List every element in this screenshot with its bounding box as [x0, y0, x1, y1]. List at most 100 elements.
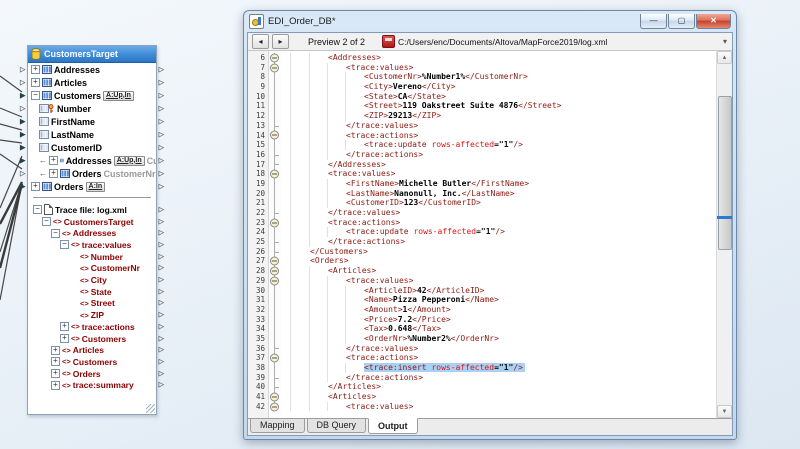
close-button[interactable]: ✕	[696, 14, 731, 29]
sql-action-button[interactable]: A:In	[86, 182, 106, 192]
connector-output[interactable]: ▷	[159, 370, 164, 377]
fold-collapse-icon[interactable]	[270, 354, 279, 363]
fold-collapse-icon[interactable]	[270, 276, 279, 285]
fold-collapse-icon[interactable]	[270, 392, 279, 401]
tab-db-query[interactable]: DB Query	[307, 419, 367, 433]
trace-node-zip[interactable]: <>ZIP▷	[28, 309, 156, 321]
fold-collapse-icon[interactable]	[270, 266, 279, 275]
expand-box[interactable]: +	[51, 369, 60, 378]
next-preview-button[interactable]: ▸	[272, 34, 289, 49]
table-row-addresses[interactable]: ▷+Addresses▷	[28, 63, 156, 76]
connector-input[interactable]: ▶	[20, 92, 25, 99]
connector-output[interactable]: ▷	[159, 218, 164, 225]
collapse-box[interactable]: −	[31, 91, 40, 100]
expand-box[interactable]: +	[31, 65, 40, 74]
trace-node-customers[interactable]: +<>Customers▷	[28, 356, 156, 368]
tab-mapping[interactable]: Mapping	[250, 419, 305, 433]
output-file-path[interactable]: C:/Users/enc/Documents/Altova/MapForce20…	[398, 37, 607, 47]
connector-output[interactable]: ▷	[159, 335, 164, 342]
collapse-box[interactable]: −	[51, 229, 60, 238]
trace-node-articles[interactable]: +<>Articles▷	[28, 344, 156, 356]
table-row-addresses[interactable]: ▶←+AddressesA:Up,InCusto▷	[28, 154, 156, 167]
connector-output[interactable]: ▷	[159, 92, 164, 99]
connector-output[interactable]: ▷	[159, 206, 164, 213]
expand-box[interactable]: +	[51, 357, 60, 366]
connector-output[interactable]: ▷	[159, 118, 164, 125]
component-header[interactable]: CustomersTarget	[28, 46, 156, 63]
connector-input[interactable]: ▷	[20, 66, 25, 73]
connector-output[interactable]: ▷	[159, 79, 164, 86]
table-row-orders[interactable]: ▶+OrdersA:In▷	[28, 180, 156, 193]
connector-input[interactable]: ▶	[20, 144, 25, 151]
connector-input[interactable]: ▷	[20, 79, 25, 86]
previous-preview-button[interactable]: ◂	[252, 34, 269, 49]
table-row-articles[interactable]: ▷+Articles▷	[28, 76, 156, 89]
fold-collapse-icon[interactable]	[270, 131, 279, 140]
minimize-button[interactable]: —	[640, 14, 667, 29]
connector-output[interactable]: ▷	[159, 144, 164, 151]
trace-node-customernr[interactable]: <>CustomerNr▷	[28, 263, 156, 275]
connector-output[interactable]: ▷	[159, 312, 164, 319]
connector-output[interactable]: ▷	[159, 382, 164, 389]
connector-input[interactable]: ▶	[20, 118, 25, 125]
resize-grip[interactable]	[146, 404, 155, 413]
connector-output[interactable]: ▷	[159, 253, 164, 260]
expand-box[interactable]: +	[60, 322, 69, 331]
fold-collapse-icon[interactable]	[270, 170, 279, 179]
table-row-customerid[interactable]: ▶CustomerID▷	[28, 141, 156, 154]
fold-collapse-icon[interactable]	[270, 53, 279, 62]
connector-output[interactable]: ▷	[159, 241, 164, 248]
trace-node-customers[interactable]: +<>Customers▷	[28, 333, 156, 345]
sql-action-button[interactable]: A:Up,In	[114, 156, 145, 166]
scrollbar-thumb[interactable]	[718, 96, 732, 250]
fold-collapse-icon[interactable]	[270, 218, 279, 227]
trace-node-orders[interactable]: +<>Orders▷	[28, 368, 156, 380]
connector-output[interactable]: ▷	[159, 277, 164, 284]
scroll-up-arrow[interactable]: ▲	[717, 51, 732, 64]
expand-box[interactable]: +	[51, 381, 60, 390]
expand-box[interactable]: +	[49, 156, 58, 165]
connector-output[interactable]: ▷	[159, 358, 164, 365]
xml-output-editor[interactable]: 6<Addresses>7<trace:values>8<CustomerNr>…	[248, 51, 732, 418]
fold-collapse-icon[interactable]	[270, 257, 279, 266]
table-row-orders[interactable]: ▷←+OrdersCustomerNr▷	[28, 167, 156, 180]
vertical-scrollbar[interactable]: ▲ ▼	[716, 51, 732, 418]
connector-input[interactable]: ▶	[20, 131, 25, 138]
connector-output[interactable]: ▷	[159, 105, 164, 112]
connector-input[interactable]: ▶	[20, 183, 25, 190]
trace-node-trace-actions[interactable]: +<>trace:actions▷	[28, 321, 156, 333]
collapse-box[interactable]: −	[42, 217, 51, 226]
window-titlebar[interactable]: EDI_Order_DB* — ▢ ✕	[247, 11, 733, 32]
expand-box[interactable]: +	[49, 169, 58, 178]
connector-output[interactable]: ▷	[159, 183, 164, 190]
connector-output[interactable]: ▷	[159, 66, 164, 73]
trace-node-trace-summary[interactable]: +<>trace:summary▷	[28, 380, 156, 392]
connector-output[interactable]: ▷	[159, 300, 164, 307]
trace-node-state[interactable]: <>State▷	[28, 286, 156, 298]
connector-input[interactable]: ▶	[20, 157, 25, 164]
trace-node-addresses[interactable]: −<>Addresses▷	[28, 227, 156, 239]
expand-box[interactable]: +	[31, 182, 40, 191]
sql-action-button[interactable]: A:Up,In	[103, 91, 134, 101]
connector-output[interactable]: ▷	[159, 157, 164, 164]
fold-collapse-icon[interactable]	[270, 63, 279, 72]
connector-output[interactable]: ▷	[159, 230, 164, 237]
tab-output[interactable]: Output	[368, 418, 418, 434]
expand-box[interactable]: +	[31, 78, 40, 87]
trace-node-trace-file-log-xml[interactable]: −Trace file: log.xml▷	[28, 204, 156, 216]
trace-node-city[interactable]: <>City▷	[28, 274, 156, 286]
connector-input[interactable]: ▷	[20, 170, 25, 177]
trace-node-number[interactable]: <>Number▷	[28, 251, 156, 263]
table-row-firstname[interactable]: ▶FirstName▷	[28, 115, 156, 128]
maximize-button[interactable]: ▢	[668, 14, 695, 29]
expand-box[interactable]: +	[51, 346, 60, 355]
trace-node-customerstarget[interactable]: −<>CustomersTarget▷	[28, 216, 156, 228]
connector-output[interactable]: ▷	[159, 170, 164, 177]
fold-collapse-icon[interactable]	[270, 402, 279, 411]
collapse-box[interactable]: −	[33, 205, 42, 214]
connector-output[interactable]: ▷	[159, 131, 164, 138]
table-row-number[interactable]: ▷Number▷	[28, 102, 156, 115]
trace-node-trace-values[interactable]: −<>trace:values▷	[28, 239, 156, 251]
connector-output[interactable]: ▷	[159, 347, 164, 354]
expand-box[interactable]: +	[60, 334, 69, 343]
